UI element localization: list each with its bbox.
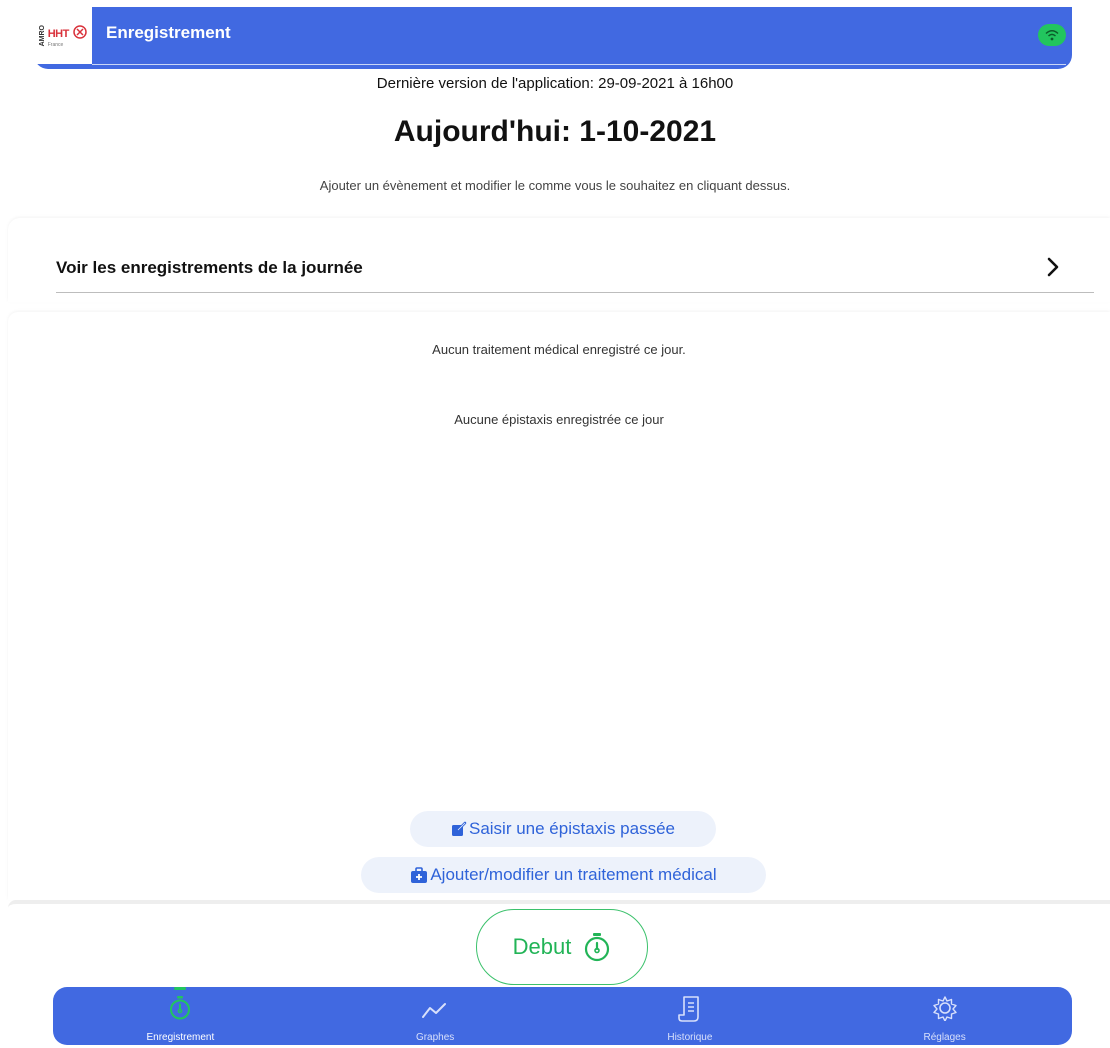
logo-text: HHT — [47, 27, 70, 40]
logo-mark-icon — [73, 25, 88, 40]
active-tab-indicator — [174, 987, 187, 990]
chevron-right-icon[interactable] — [1046, 256, 1060, 278]
document-icon — [678, 996, 699, 1022]
tab-label: Enregistrement — [146, 1032, 215, 1043]
stopwatch-icon — [585, 933, 610, 962]
tab-historique[interactable]: Historique — [563, 987, 818, 1045]
tab-enregistrement[interactable]: Enregistrement — [53, 987, 308, 1045]
records-card: Voir les enregistrements de la journée — [8, 218, 1110, 302]
logo-side-text: AMRO — [38, 24, 46, 47]
medical-treatment-button[interactable]: Ajouter/modifier un traitement médical — [361, 857, 766, 893]
tab-label: Graphes — [415, 1032, 455, 1043]
start-button-label: Debut — [512, 934, 572, 959]
app-logo: AMRO HHT France — [34, 7, 92, 64]
app-version-text: Dernière version de l'application: 29-09… — [376, 75, 734, 92]
header-divider — [92, 64, 1066, 65]
page-title: Enregistrement — [106, 23, 231, 42]
tab-graphes[interactable]: Graphes — [308, 987, 563, 1045]
past-epistaxis-button[interactable]: Saisir une épistaxis passée — [410, 811, 716, 847]
medical-treatment-label: Ajouter/modifier un traitement médical — [430, 865, 717, 884]
view-records-link[interactable]: Voir les enregistrements de la journée — [56, 258, 363, 278]
start-button[interactable]: Debut — [476, 909, 648, 985]
tab-reglages[interactable]: Réglages — [817, 987, 1072, 1045]
bottom-tab-bar: Enregistrement Graphes Historique Réglag… — [53, 987, 1072, 1045]
records-divider — [56, 292, 1094, 293]
chart-line-icon — [422, 1003, 447, 1018]
past-epistaxis-label: Saisir une épistaxis passée — [468, 819, 675, 838]
tab-label: Réglages — [923, 1032, 966, 1043]
no-treatment-text: Aucun traitement médical enregistré ce j… — [432, 342, 686, 357]
stopwatch-icon — [170, 996, 191, 1020]
app-header: AMRO HHT France Enregistrement — [34, 7, 1072, 69]
tab-label: Historique — [667, 1032, 713, 1043]
medical-kit-icon — [411, 866, 428, 883]
logo-sub-text: France — [47, 41, 64, 48]
gear-icon — [932, 996, 957, 1021]
today-heading: Aujourd'hui: 1-10-2021 — [393, 115, 717, 148]
wifi-icon[interactable] — [1038, 24, 1066, 46]
no-epistaxis-text: Aucune épistaxis enregistrée ce jour — [454, 412, 664, 427]
edit-icon — [451, 821, 467, 836]
instructions-text: Ajouter un évènement et modifier le comm… — [319, 178, 791, 193]
